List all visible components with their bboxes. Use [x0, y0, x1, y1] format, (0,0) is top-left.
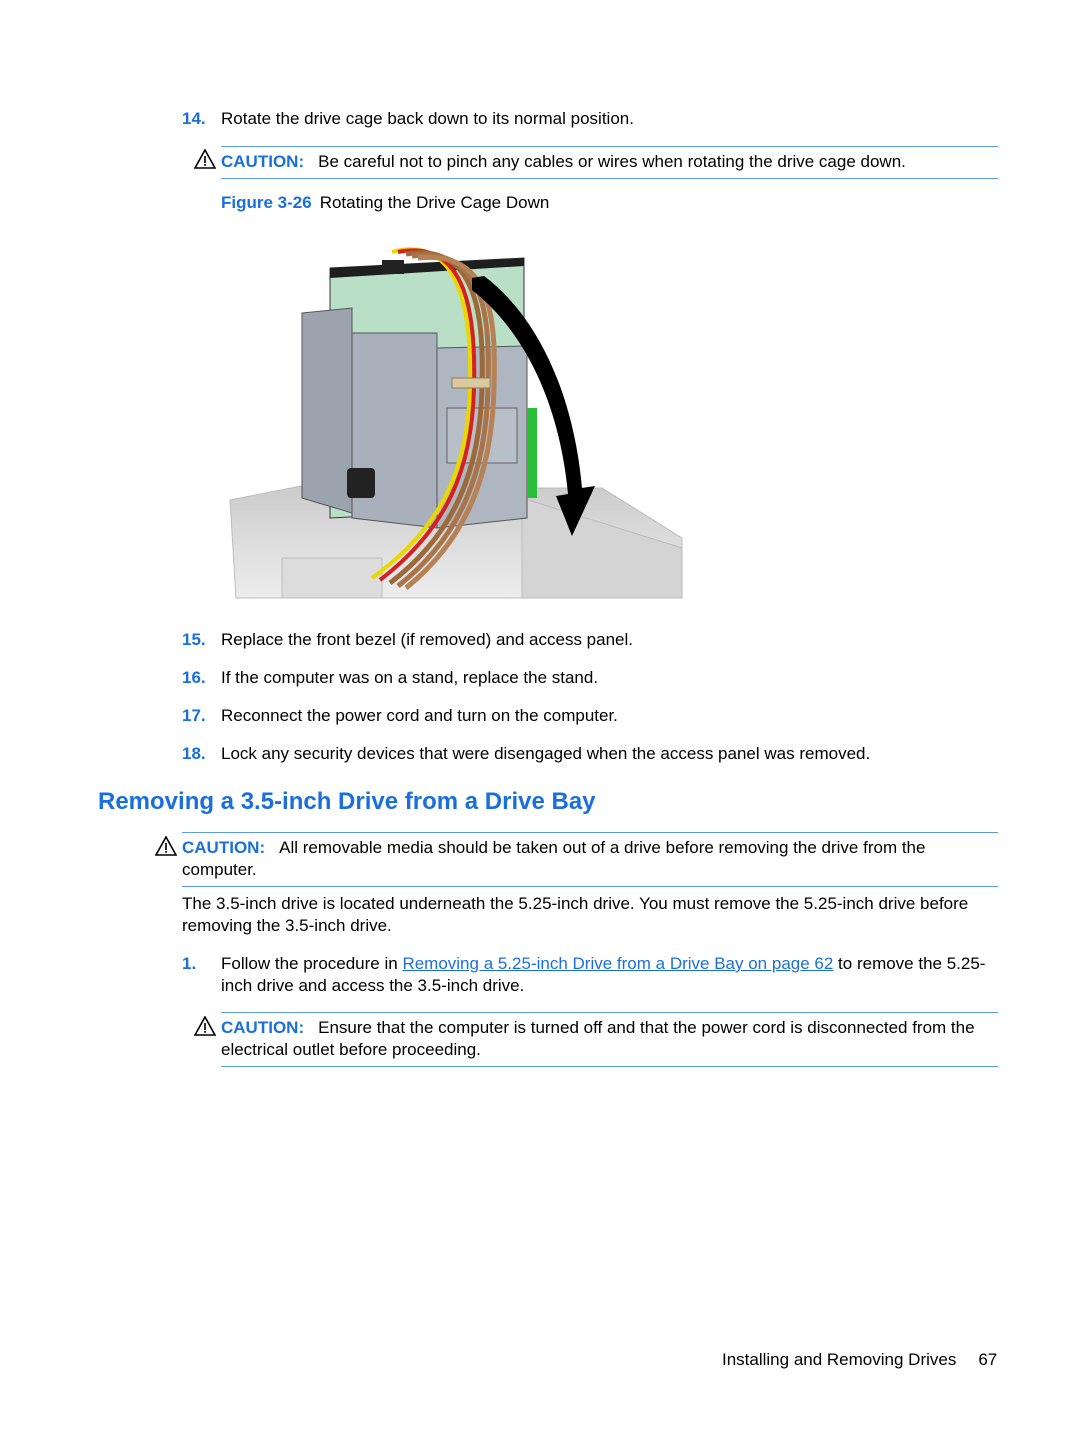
figure-caption-text: Rotating the Drive Cage Down [319, 193, 550, 212]
step-number: 15. [182, 630, 206, 649]
step-17: 17. Reconnect the power cord and turn on … [182, 705, 618, 727]
caution-text: Ensure that the computer is turned off a… [221, 1018, 975, 1059]
caution-note: CAUTION: All removable media should be ta… [182, 832, 998, 887]
step-text: Replace the front bezel (if removed) and… [221, 630, 634, 649]
figure-label: Figure 3-26 [221, 193, 312, 212]
page-footer: Installing and Removing Drives 67 [722, 1349, 997, 1371]
warning-triangle-icon [194, 1016, 216, 1036]
step-18: 18. Lock any security devices that were d… [182, 743, 870, 765]
step-number: 1. [182, 954, 197, 973]
drive-cage-illustration [229, 247, 683, 599]
caution-note: CAUTION: Ensure that the computer is turn… [221, 1012, 998, 1067]
step-number: 14. [182, 109, 206, 128]
intro-paragraph: The 3.5-inch drive is located underneath… [182, 894, 969, 935]
step-text: If the computer was on a stand, replace … [221, 668, 599, 687]
step-16: 16. If the computer was on a stand, repla… [182, 667, 598, 689]
section-heading: Removing a 3.5-inch Drive from a Drive B… [98, 788, 596, 815]
step-text: Lock any security devices that were dise… [221, 744, 871, 763]
figure-caption: Figure 3-26 Rotating the Drive Cage Down [221, 192, 549, 214]
step-number: 16. [182, 668, 206, 687]
page-number: 67 [978, 1350, 998, 1369]
warning-triangle-icon [155, 836, 177, 856]
step-number: 17. [182, 706, 206, 725]
caution-note: CAUTION: Be careful not to pinch any cabl… [221, 146, 998, 179]
warning-triangle-icon [194, 149, 216, 169]
footer-section-title: Installing and Removing Drives [722, 1350, 957, 1369]
caution-label: CAUTION: [221, 152, 305, 171]
step-text: Rotate the drive cage back down to its n… [221, 109, 634, 128]
step-14: 14. Rotate the drive cage back down to it… [182, 108, 634, 130]
section-step-1: 1. Follow the procedure in Removing a 5.2… [182, 953, 998, 997]
step-text: Reconnect the power cord and turn on the… [221, 706, 618, 725]
caution-label: CAUTION: [221, 1018, 305, 1037]
cross-reference-link[interactable]: Removing a 5.25-inch Drive from a Drive … [402, 954, 833, 973]
caution-text: All removable media should be taken out … [182, 838, 926, 879]
step-text-before: Follow the procedure in [221, 954, 403, 973]
step-15: 15. Replace the front bezel (if removed) … [182, 629, 633, 651]
caution-text: Be careful not to pinch any cables or wi… [318, 152, 906, 171]
step-number: 18. [182, 744, 206, 763]
caution-label: CAUTION: [182, 838, 266, 857]
